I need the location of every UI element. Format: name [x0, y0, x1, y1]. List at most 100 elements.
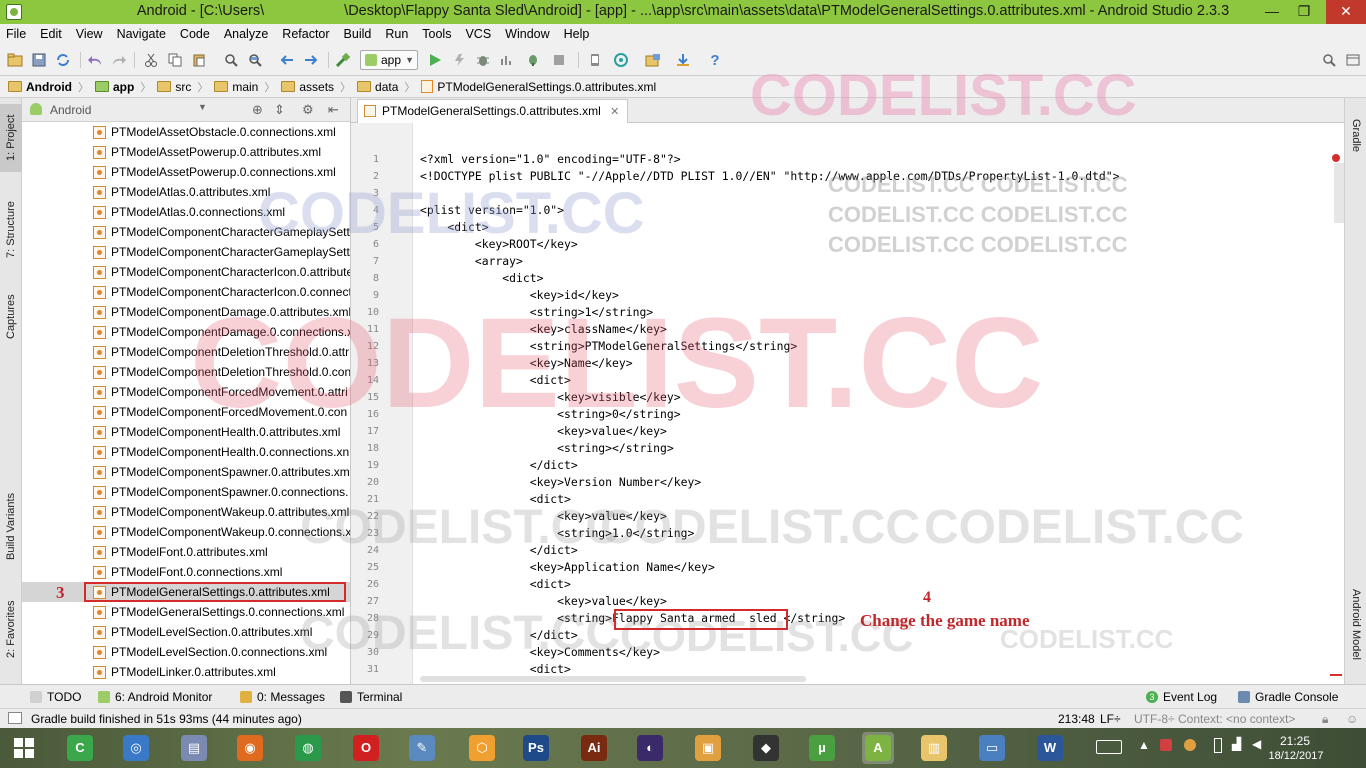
app-tray-icon[interactable]	[1184, 739, 1196, 751]
breadcrumb-main[interactable]: main 〉	[214, 79, 275, 95]
code-line[interactable]: <!DOCTYPE plist PUBLIC "-//Apple//DTD PL…	[420, 169, 1120, 183]
profile-icon[interactable]	[498, 51, 516, 69]
lock-icon[interactable]: 🔒︎	[1322, 712, 1328, 727]
code-editor[interactable]: 1 2 3 4 5 6 7 8 9 10 11 12 13 14 15 16 17 18 19 20 21 22 23 24 2…	[351, 123, 1344, 684]
toggle-tool-windows-icon[interactable]	[8, 712, 22, 724]
context-indicator[interactable]: Context: <no context>	[1178, 712, 1295, 726]
attach-debugger-icon[interactable]	[524, 51, 542, 69]
close-tab-icon[interactable]: ✕	[610, 106, 619, 118]
code-line[interactable]: <array>	[420, 254, 523, 268]
avd-manager-icon[interactable]	[586, 51, 604, 69]
code-line[interactable]: <key>Version Number</key>	[420, 475, 701, 489]
taskbar-app-paint-icon[interactable]: ✎	[406, 732, 438, 764]
breadcrumb-data[interactable]: data 〉	[357, 79, 415, 95]
run-configuration-dropdown[interactable]: app ▼	[360, 50, 418, 70]
code-line[interactable]: <key>ROOT</key>	[420, 237, 578, 251]
code-line[interactable]: <dict>	[420, 271, 543, 285]
taskbar-app-chrome-icon[interactable]: ◍	[292, 732, 324, 764]
apply-changes-icon[interactable]	[450, 51, 468, 69]
tree-item[interactable]: PTModelAtlas.0.attributes.xml	[22, 182, 350, 202]
replace-icon[interactable]	[246, 51, 264, 69]
code-line[interactable]: <dict>	[420, 373, 571, 387]
code-line[interactable]: <dict>	[420, 220, 488, 234]
open-folder-icon[interactable]	[6, 51, 24, 69]
android-monitor-tab[interactable]: 6: Android Monitor	[98, 690, 212, 704]
search-everywhere-icon[interactable]	[1320, 51, 1338, 69]
code-line[interactable]: <string>Flappy Santa armed sled </string…	[420, 611, 845, 625]
breadcrumb-app[interactable]: app 〉	[95, 79, 151, 95]
tree-item[interactable]: PTModelComponentWakeup.0.connections.x	[22, 522, 350, 542]
code-line[interactable]: <key>value</key>	[420, 424, 667, 438]
tree-item[interactable]: PTModelComponentDeletionThreshold.0.con	[22, 362, 350, 382]
tree-item[interactable]: PTModelLinker.0.attributes.xml	[22, 662, 350, 682]
tree-item[interactable]: PTModelComponentDamage.0.connections.x	[22, 322, 350, 342]
taskbar-app-screen-icon[interactable]: ▭	[976, 732, 1008, 764]
menu-edit[interactable]: Edit	[40, 27, 62, 41]
minimize-button[interactable]: —	[1256, 0, 1288, 24]
tree-item[interactable]: PTModelComponentWakeup.0.attributes.xml	[22, 502, 350, 522]
terminal-tab[interactable]: Terminal	[340, 690, 402, 704]
menu-analyze[interactable]: Analyze	[224, 27, 268, 41]
back-icon[interactable]	[278, 51, 296, 69]
menu-refactor[interactable]: Refactor	[282, 27, 329, 41]
tree-item[interactable]: PTModelComponentHealth.0.connections.xn	[22, 442, 350, 462]
forward-icon[interactable]	[302, 51, 320, 69]
code-line[interactable]: <string></string>	[420, 441, 674, 455]
taskbar-app-thunderbird-icon[interactable]: ◎	[120, 732, 152, 764]
menu-run[interactable]: Run	[385, 27, 408, 41]
debug-icon[interactable]	[474, 51, 492, 69]
menu-code[interactable]: Code	[180, 27, 210, 41]
cut-icon[interactable]	[142, 51, 160, 69]
maximize-button[interactable]: ❐	[1288, 0, 1320, 24]
tree-item[interactable]: PTModelFont.0.attributes.xml	[22, 542, 350, 562]
tree-item[interactable]: PTModelAssetPowerup.0.attributes.xml	[22, 142, 350, 162]
todo-tab[interactable]: TODO	[30, 690, 81, 704]
hide-panel-icon[interactable]: ⇤	[328, 102, 339, 118]
code-line[interactable]: <key>Application Name</key>	[420, 560, 715, 574]
tab-android-model[interactable]: Android Model	[1345, 576, 1366, 672]
tree-item[interactable]: PTModelComponentSpawner.0.attributes.xm	[22, 462, 350, 482]
code-line[interactable]: </dict>	[420, 628, 578, 642]
tree-item[interactable]: PTModelLevelSection.0.connections.xml	[22, 642, 350, 662]
clock-time[interactable]: 21:25	[1272, 734, 1318, 748]
code-line[interactable]: <dict>	[420, 492, 571, 506]
sdk-manager-icon[interactable]	[674, 51, 692, 69]
taskbar-app-illustrator-icon[interactable]: Ai	[578, 732, 610, 764]
sync-icon[interactable]	[54, 51, 72, 69]
tree-item[interactable]: PTModelAtlas.0.connections.xml	[22, 202, 350, 222]
menu-build[interactable]: Build	[344, 27, 372, 41]
error-indicator-icon[interactable]	[1332, 154, 1340, 162]
menu-vcs[interactable]: VCS	[465, 27, 491, 41]
stop-icon[interactable]	[550, 51, 568, 69]
code-line[interactable]: <key>className</key>	[420, 322, 667, 336]
code-line[interactable]: <plist version="1.0">	[420, 203, 564, 217]
gear-icon[interactable]: ⚙	[302, 102, 314, 118]
tree-item[interactable]: PTModelComponentForcedMovement.0.attri	[22, 382, 350, 402]
menu-tools[interactable]: Tools	[422, 27, 451, 41]
tree-item[interactable]: PTModelComponentCharacterIcon.0.connect	[22, 282, 350, 302]
layout-icon[interactable]	[1344, 51, 1362, 69]
breadcrumb-src[interactable]: src 〉	[157, 79, 208, 95]
tree-item[interactable]: PTModelLevelSection.0.attributes.xml	[22, 622, 350, 642]
find-icon[interactable]	[222, 51, 240, 69]
code-line[interactable]: <key>id</key>	[420, 288, 619, 302]
code-line[interactable]: <key>Comments</key>	[420, 645, 660, 659]
tab-gradle[interactable]: Gradle	[1345, 108, 1366, 164]
copy-icon[interactable]	[166, 51, 184, 69]
keyboard-icon[interactable]	[1096, 740, 1122, 754]
caret-position[interactable]: 213:48	[1058, 712, 1095, 726]
start-button[interactable]	[8, 732, 40, 764]
tab-favorites[interactable]: 2: Favorites	[0, 596, 22, 662]
file-encoding[interactable]: UTF-8÷	[1134, 712, 1175, 726]
status-message[interactable]: Gradle build finished in 51s 93ms (44 mi…	[31, 712, 302, 726]
tree-item[interactable]: PTModelGeneralSettings.0.connections.xml	[22, 602, 350, 622]
close-button[interactable]: ✕	[1326, 0, 1366, 24]
taskbar-app-android-studio-icon[interactable]: A	[862, 732, 894, 764]
taskbar-app-utorrent-icon[interactable]: µ	[806, 732, 838, 764]
taskbar-app-camtasia-icon[interactable]: C	[64, 732, 96, 764]
gradle-console-tab[interactable]: Gradle Console	[1238, 690, 1338, 704]
tab-build-variants[interactable]: Build Variants	[0, 486, 22, 566]
code-line[interactable]: <string>1</string>	[420, 305, 653, 319]
error-stripe[interactable]	[1330, 674, 1342, 676]
redo-icon[interactable]	[110, 51, 128, 69]
